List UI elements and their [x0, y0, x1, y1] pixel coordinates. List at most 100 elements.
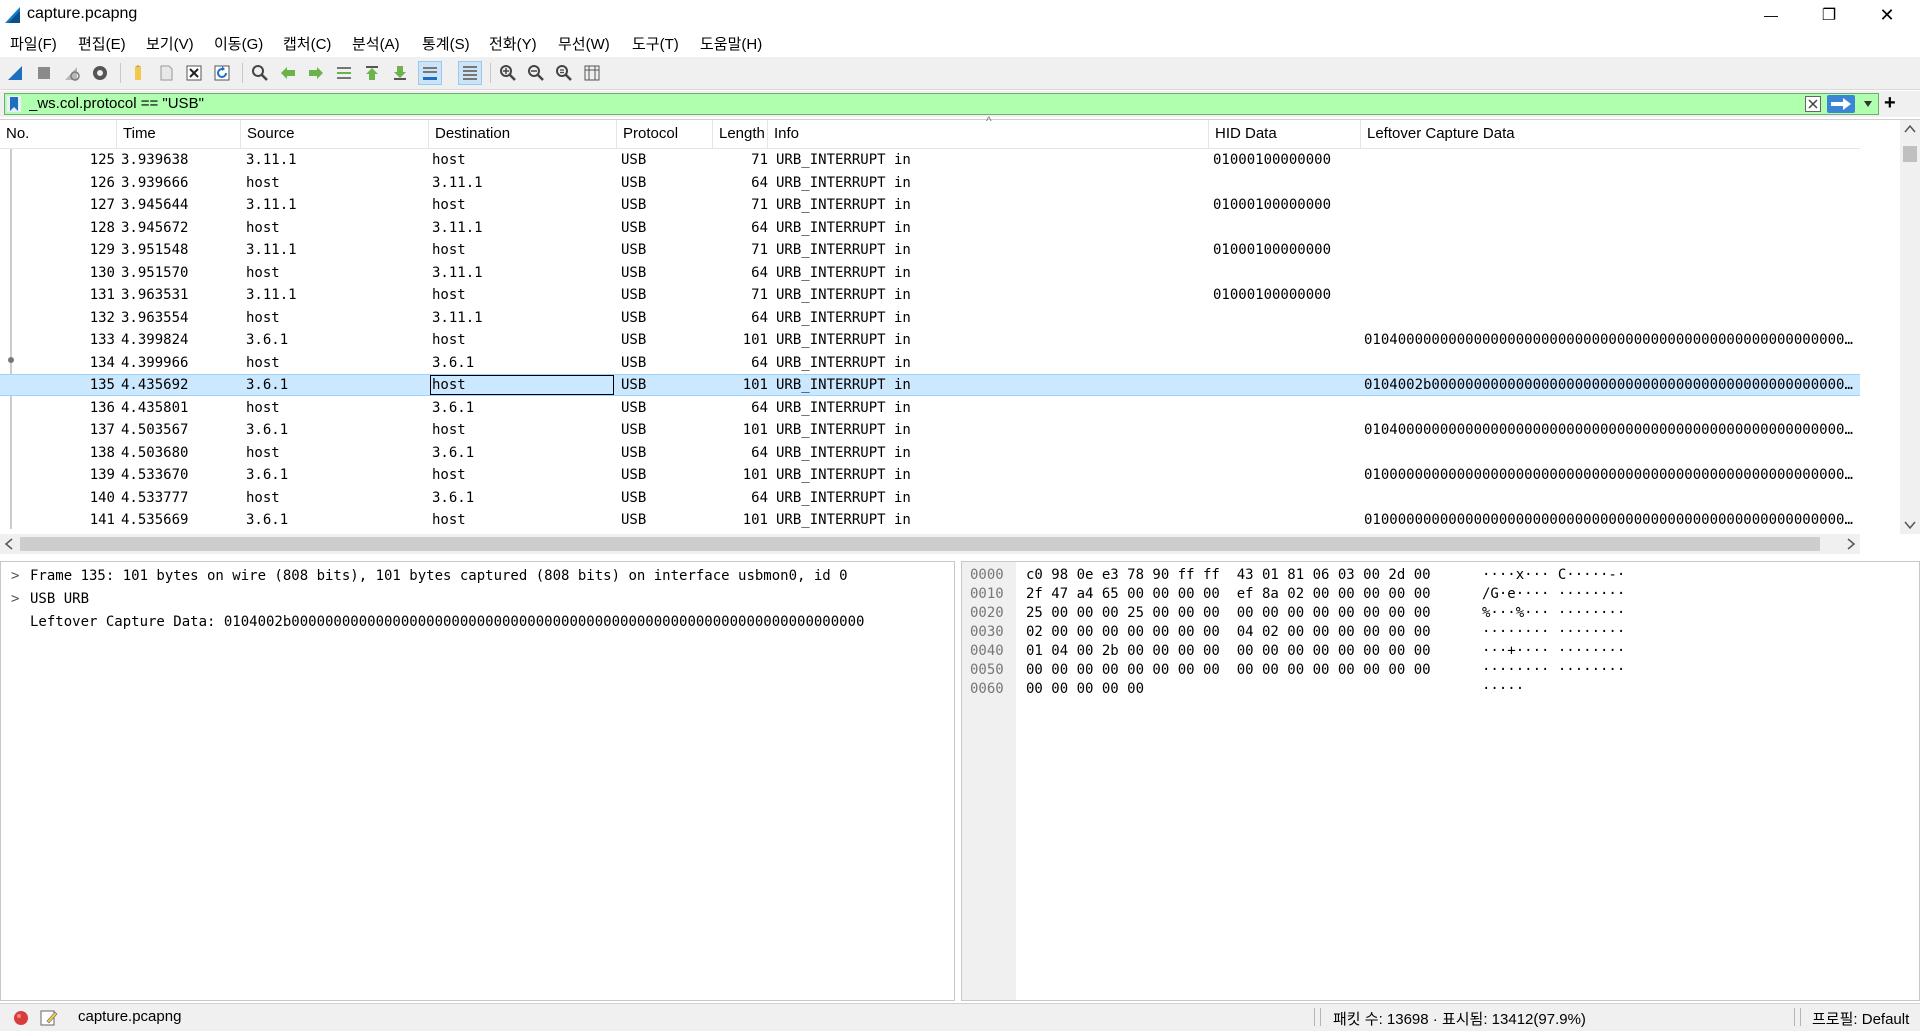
- close-button[interactable]: ✕: [1858, 0, 1916, 30]
- minimize-button[interactable]: —: [1742, 0, 1800, 30]
- column-header-no[interactable]: No.: [0, 120, 117, 148]
- menu-help[interactable]: 도움말(H): [700, 33, 762, 54]
- column-header-destination[interactable]: Destination: [429, 120, 617, 148]
- bytes-ascii[interactable]: ········ ········: [1482, 661, 1625, 680]
- packet-row[interactable]: 141 4.535669 3.6.1 host USB 101 URB_INTERRUPT …: [0, 509, 1860, 531]
- scroll-left-icon[interactable]: [0, 534, 18, 554]
- menu-go[interactable]: 이동(G): [214, 33, 263, 54]
- go-to-packet-button[interactable]: [332, 61, 356, 85]
- go-back-button[interactable]: [276, 61, 300, 85]
- column-header-protocol[interactable]: Protocol: [617, 120, 713, 148]
- menu-telephony[interactable]: 전화(Y): [489, 33, 537, 54]
- menu-wireless[interactable]: 무선(W): [558, 33, 610, 54]
- packet-row[interactable]: 136 4.435801 host 3.6.1 USB 64 URB_INTERRUPT i…: [0, 397, 1860, 419]
- packet-row[interactable]: 138 4.503680 host 3.6.1 USB 64 URB_INTERRUPT i…: [0, 442, 1860, 464]
- packet-list-horizontal-scrollbar[interactable]: [0, 534, 1860, 554]
- search-icon: [252, 65, 268, 81]
- filter-history-dropdown-icon[interactable]: [1863, 100, 1873, 108]
- go-forward-button[interactable]: [304, 61, 328, 85]
- expert-info-icon[interactable]: [13, 1010, 29, 1026]
- bytes-hex[interactable]: c0 98 0e e3 78 90 ff ff 43 01 81 06 03 0…: [1026, 566, 1431, 585]
- first-packet-button[interactable]: [360, 61, 384, 85]
- packet-row[interactable]: 129 3.951548 3.11.1 host USB 71 URB_INTERRUPT …: [0, 239, 1860, 261]
- bytes-ascii[interactable]: ·····: [1482, 680, 1524, 699]
- packet-row[interactable]: 134 4.399966 host 3.6.1 USB 64 URB_INTERRUPT i…: [0, 352, 1860, 374]
- bytes-hex[interactable]: 2f 47 a4 65 00 00 00 00 ef 8a 02 00 00 0…: [1026, 585, 1431, 604]
- cell-source: 3.11.1: [246, 242, 297, 258]
- resize-columns-button[interactable]: [580, 61, 604, 85]
- bookmark-icon[interactable]: [7, 96, 21, 112]
- zoom-in-button[interactable]: [496, 61, 520, 85]
- reload-button[interactable]: [210, 61, 234, 85]
- packet-row[interactable]: 135 4.435692 3.6.1 host USB 101 URB_INTERRUPT …: [0, 374, 1860, 396]
- find-packet-button[interactable]: [248, 61, 272, 85]
- vertical-scroll-thumb[interactable]: [1903, 146, 1917, 162]
- bytes-ascii[interactable]: ········ ········: [1482, 623, 1625, 642]
- colorize-button[interactable]: [458, 61, 482, 85]
- expand-chevron-icon[interactable]: >: [11, 588, 19, 611]
- auto-scroll-button[interactable]: [418, 61, 442, 85]
- packet-row[interactable]: 137 4.503567 3.6.1 host USB 101 URB_INTERRUPT …: [0, 419, 1860, 441]
- bytes-ascii[interactable]: /G·e···· ········: [1482, 585, 1625, 604]
- packet-row[interactable]: 132 3.963554 host 3.11.1 USB 64 URB_INTERRUPT …: [0, 307, 1860, 329]
- scroll-up-icon[interactable]: [1900, 120, 1920, 138]
- packet-list-vertical-scrollbar[interactable]: [1900, 120, 1920, 534]
- cell-time: 4.535669: [121, 512, 189, 528]
- bytes-ascii[interactable]: ····x··· C·····-·: [1482, 566, 1625, 585]
- menu-analyze[interactable]: 분석(A): [352, 33, 400, 54]
- clear-filter-icon[interactable]: [1805, 96, 1821, 112]
- packet-row[interactable]: 127 3.945644 3.11.1 host USB 71 URB_INTERRUPT …: [0, 194, 1860, 216]
- close-file-button[interactable]: [182, 61, 206, 85]
- packet-row[interactable]: 126 3.939666 host 3.11.1 USB 64 URB_INTERRUPT …: [0, 172, 1860, 194]
- bytes-hex[interactable]: 02 00 00 00 00 00 00 00 04 02 00 00 00 0…: [1026, 623, 1431, 642]
- save-file-button[interactable]: [154, 61, 178, 85]
- menu-edit[interactable]: 편집(E): [78, 33, 126, 54]
- bytes-hex[interactable]: 01 04 00 2b 00 00 00 00 00 00 00 00 00 0…: [1026, 642, 1431, 661]
- bytes-hex[interactable]: 25 00 00 00 25 00 00 00 00 00 00 00 00 0…: [1026, 604, 1431, 623]
- menu-view[interactable]: 보기(V): [146, 33, 194, 54]
- menu-file[interactable]: 파일(F): [10, 33, 57, 54]
- scroll-down-icon[interactable]: [1900, 516, 1920, 534]
- bytes-hex[interactable]: 00 00 00 00 00 00 00 00 00 00 00 00 00 0…: [1026, 661, 1431, 680]
- cell-info: URB_INTERRUPT in: [776, 399, 911, 416]
- cell-no: 131: [89, 287, 115, 303]
- horizontal-scroll-thumb[interactable]: [20, 537, 1820, 551]
- capture-comment-icon[interactable]: [40, 1009, 58, 1027]
- packet-row[interactable]: 128 3.945672 host 3.11.1 USB 64 URB_INTERRUPT …: [0, 217, 1860, 239]
- expand-chevron-icon[interactable]: >: [11, 565, 19, 588]
- menu-capture[interactable]: 캡처(C): [283, 33, 331, 54]
- column-header-length[interactable]: Length: [713, 120, 768, 148]
- bytes-ascii[interactable]: ···+···· ········: [1482, 642, 1625, 661]
- add-filter-button-icon[interactable]: +: [1884, 92, 1896, 115]
- scroll-right-icon[interactable]: [1842, 534, 1860, 554]
- packet-row[interactable]: 133 4.399824 3.6.1 host USB 101 URB_INTERRUPT …: [0, 329, 1860, 351]
- menu-tools[interactable]: 도구(T): [632, 33, 679, 54]
- column-header-leftover-data[interactable]: Leftover Capture Data: [1361, 120, 1860, 148]
- column-header-source[interactable]: Source: [241, 120, 429, 148]
- packet-row[interactable]: 139 4.533670 3.6.1 host USB 101 URB_INTERRUPT …: [0, 464, 1860, 486]
- stop-capture-button[interactable]: [32, 61, 56, 85]
- start-capture-button[interactable]: [4, 61, 28, 85]
- capture-options-button[interactable]: [88, 61, 112, 85]
- packet-row[interactable]: 125 3.939638 3.11.1 host USB 71 URB_INTERRUPT …: [0, 149, 1860, 171]
- column-header-time[interactable]: Time: [117, 120, 241, 148]
- open-file-button[interactable]: [126, 61, 150, 85]
- maximize-button[interactable]: ❐: [1800, 0, 1858, 30]
- packet-row[interactable]: 140 4.533777 host 3.6.1 USB 64 URB_INTERRUPT i…: [0, 487, 1860, 509]
- column-header-hid-data[interactable]: HID Data: [1209, 120, 1361, 148]
- cell-no: 128: [89, 219, 115, 236]
- restart-capture-button[interactable]: [60, 61, 84, 85]
- bytes-ascii[interactable]: %···%··· ········: [1482, 604, 1625, 623]
- packet-row[interactable]: 131 3.963531 3.11.1 host USB 71 URB_INTERRUPT …: [0, 284, 1860, 306]
- status-profile[interactable]: 프로필: Default: [1812, 1008, 1909, 1029]
- normal-size-button[interactable]: [552, 61, 576, 85]
- last-packet-button[interactable]: [388, 61, 412, 85]
- bytes-hex[interactable]: 00 00 00 00 00: [1026, 680, 1144, 699]
- packet-row[interactable]: 130 3.951570 host 3.11.1 USB 64 URB_INTERRUPT …: [0, 262, 1860, 284]
- menu-statistics[interactable]: 통계(S): [422, 33, 470, 54]
- apply-filter-icon[interactable]: [1827, 95, 1855, 113]
- cell-hid-data: 01000100000000: [1213, 287, 1332, 303]
- display-filter-input[interactable]: [29, 94, 1799, 114]
- cell-destination: 3.11.1: [432, 174, 483, 191]
- zoom-out-button[interactable]: [524, 61, 548, 85]
